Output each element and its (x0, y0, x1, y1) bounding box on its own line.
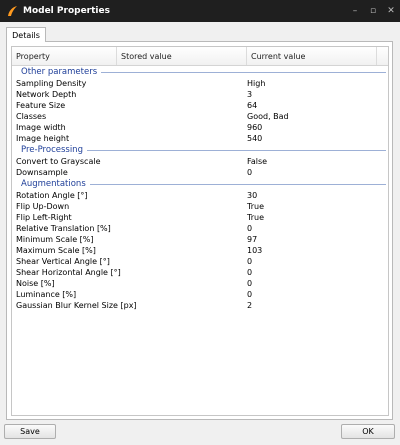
current-value[interactable]: 97 (247, 235, 367, 244)
property-row[interactable]: Convert to Grayscale False (12, 156, 388, 167)
title-bar: Model Properties – ▫ ✕ (0, 0, 400, 22)
current-value[interactable]: True (247, 202, 367, 211)
group-header: Pre-Processing (12, 144, 388, 156)
current-value[interactable]: 64 (247, 101, 367, 110)
property-name: Image height (16, 134, 70, 143)
current-value[interactable]: 30 (247, 191, 367, 200)
property-row[interactable]: Luminance [%] 0 (12, 289, 388, 300)
close-button[interactable]: ✕ (382, 0, 400, 22)
property-row[interactable]: Rotation Angle [°] 30 (12, 190, 388, 201)
property-name: Convert to Grayscale (16, 157, 101, 166)
property-row[interactable]: Noise [%] 0 (12, 278, 388, 289)
property-row[interactable]: Network Depth 3 (12, 89, 388, 100)
ok-button[interactable]: OK (341, 424, 395, 439)
list-header: Property Stored value Current value (12, 47, 388, 66)
property-name: Relative Translation [%] (16, 224, 111, 233)
property-row[interactable]: Flip Up-Down True (12, 201, 388, 212)
property-name: Maximum Scale [%] (16, 246, 96, 255)
property-name: Noise [%] (16, 279, 55, 288)
property-row[interactable]: Sampling Density High (12, 78, 388, 89)
property-name: Sampling Density (16, 79, 87, 88)
group-header: Other parameters (12, 66, 388, 78)
current-value[interactable]: High (247, 79, 367, 88)
current-value[interactable]: 0 (247, 168, 367, 177)
group-label: Augmentations (12, 179, 90, 189)
tab-details[interactable]: Details (6, 27, 46, 42)
current-value[interactable]: True (247, 213, 367, 222)
group-divider (89, 183, 386, 185)
property-name: Gaussian Blur Kernel Size [px] (16, 301, 137, 310)
column-header-current-value[interactable]: Current value (247, 47, 377, 65)
group-divider (101, 71, 386, 73)
column-header-property[interactable]: Property (12, 47, 117, 65)
property-name: Feature Size (16, 101, 66, 110)
property-row[interactable]: Shear Horizontal Angle [°] 0 (12, 267, 388, 278)
details-panel: Property Stored value Current value Othe… (6, 41, 393, 420)
property-row[interactable]: Flip Left-Right True (12, 212, 388, 223)
current-value[interactable]: 0 (247, 268, 367, 277)
current-value[interactable]: 3 (247, 90, 367, 99)
current-value[interactable]: 0 (247, 279, 367, 288)
property-row[interactable]: Maximum Scale [%] 103 (12, 245, 388, 256)
property-name: Minimum Scale [%] (16, 235, 94, 244)
property-row[interactable]: Classes Good, Bad (12, 111, 388, 122)
current-value[interactable]: 0 (247, 257, 367, 266)
current-value[interactable]: 103 (247, 246, 367, 255)
property-row[interactable]: Feature Size 64 (12, 100, 388, 111)
property-row[interactable]: Downsample 0 (12, 167, 388, 178)
current-value[interactable]: 540 (247, 134, 367, 143)
properties-list[interactable]: Property Stored value Current value Othe… (11, 46, 389, 416)
current-value[interactable]: Good, Bad (247, 112, 367, 121)
property-row[interactable]: Relative Translation [%] 0 (12, 223, 388, 234)
current-value[interactable]: 0 (247, 224, 367, 233)
app-swirl-icon (8, 6, 17, 16)
property-name: Shear Vertical Angle [°] (16, 257, 110, 266)
group-header: Augmentations (12, 178, 388, 190)
current-value[interactable]: 960 (247, 123, 367, 132)
list-body: Other parameters Sampling Density High Netw… (12, 66, 388, 311)
group-label: Pre-Processing (12, 145, 87, 155)
column-header-spacer (377, 47, 388, 65)
property-name: Shear Horizontal Angle [°] (16, 268, 121, 277)
property-name: Image width (16, 123, 66, 132)
save-button[interactable]: Save (4, 424, 56, 439)
property-row[interactable]: Image height 540 (12, 133, 388, 144)
property-name: Flip Left-Right (16, 213, 72, 222)
minimize-button[interactable]: – (346, 0, 364, 22)
current-value[interactable]: 0 (247, 290, 367, 299)
current-value[interactable]: 2 (247, 301, 367, 310)
property-row[interactable]: Minimum Scale [%] 97 (12, 234, 388, 245)
property-name: Rotation Angle [°] (16, 191, 88, 200)
column-header-stored-value[interactable]: Stored value (117, 47, 247, 65)
property-name: Luminance [%] (16, 290, 77, 299)
property-row[interactable]: Gaussian Blur Kernel Size [px] 2 (12, 300, 388, 311)
property-row[interactable]: Image width 960 (12, 122, 388, 133)
window-title: Model Properties (23, 6, 110, 16)
current-value[interactable]: False (247, 157, 367, 166)
maximize-button[interactable]: ▫ (364, 0, 382, 22)
group-label: Other parameters (12, 67, 102, 77)
property-name: Network Depth (16, 90, 77, 99)
property-row[interactable]: Shear Vertical Angle [°] 0 (12, 256, 388, 267)
group-divider (86, 149, 386, 151)
property-name: Downsample (16, 168, 68, 177)
property-name: Classes (16, 112, 47, 121)
property-name: Flip Up-Down (16, 202, 70, 211)
